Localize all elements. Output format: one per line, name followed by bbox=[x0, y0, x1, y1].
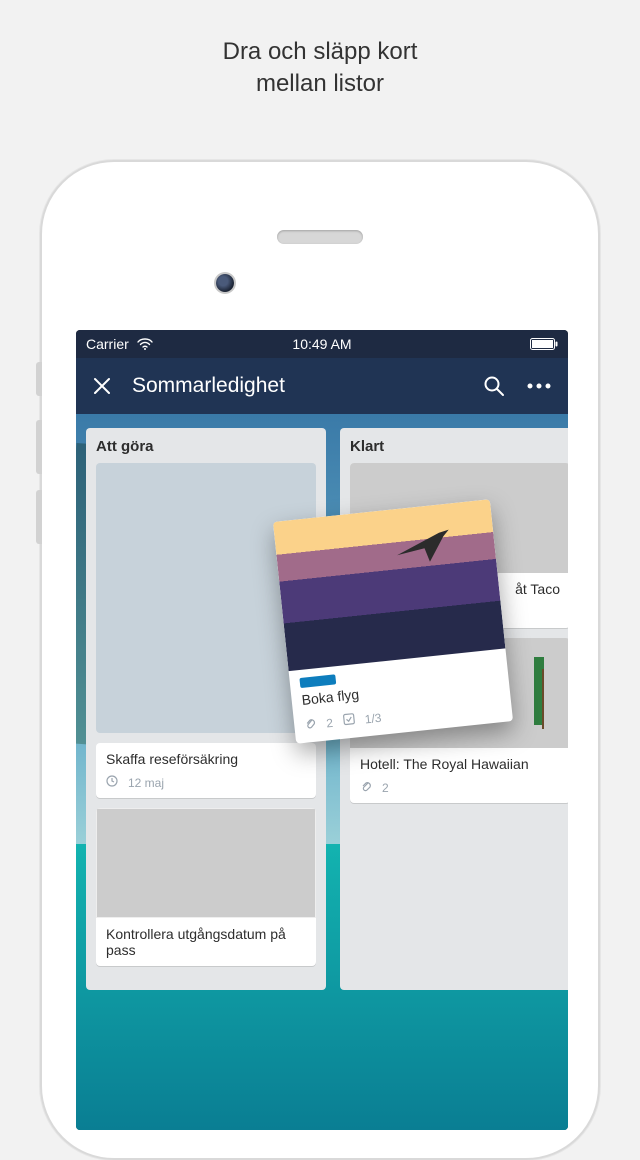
phone-volume-up bbox=[36, 420, 42, 474]
status-time: 10:49 AM bbox=[76, 336, 568, 352]
card-title: Kontrollera utgångsdatum på pass bbox=[96, 918, 316, 966]
phone-speaker bbox=[277, 230, 363, 244]
board-title: Sommarledighet bbox=[132, 374, 464, 398]
phone-volume-down bbox=[36, 490, 42, 544]
airplane-icon bbox=[392, 521, 456, 570]
card-pass[interactable]: Kontrollera utgångsdatum på pass bbox=[96, 808, 316, 966]
attachment-icon bbox=[304, 717, 318, 733]
phone-camera bbox=[216, 274, 234, 292]
phone-mute-switch bbox=[36, 362, 42, 396]
attachment-icon bbox=[360, 780, 372, 795]
card-reseforsakring[interactable]: Skaffa reseförsäkring 12 maj bbox=[96, 743, 316, 798]
card-label-chip bbox=[299, 674, 336, 688]
dragged-card[interactable]: Boka flyg 2 1/3 bbox=[273, 499, 513, 744]
card-title: Hotell: The Royal Hawaiian bbox=[350, 748, 568, 780]
hero-text: Dra och släpp kort mellan listor bbox=[0, 0, 640, 101]
hero-line-1: Dra och släpp kort bbox=[0, 36, 640, 68]
list-att-gora[interactable]: Att göra Skaffa reseförsäkring 12 maj bbox=[86, 428, 326, 990]
card-title: Skaffa reseförsäkring bbox=[96, 743, 316, 775]
hero-line-2: mellan listor bbox=[0, 68, 640, 100]
clock-icon bbox=[106, 775, 118, 790]
card-cover-image bbox=[273, 499, 505, 671]
phone-screen: Carrier 10:49 AM Sommarledighet bbox=[76, 330, 568, 1130]
close-icon[interactable] bbox=[90, 374, 114, 398]
more-icon[interactable] bbox=[524, 374, 554, 398]
status-bar: Carrier 10:49 AM bbox=[76, 330, 568, 358]
card-cover-image bbox=[96, 808, 316, 918]
checklist-count: 1/3 bbox=[364, 710, 382, 726]
phone-frame: Carrier 10:49 AM Sommarledighet bbox=[40, 160, 600, 1160]
attachment-count: 2 bbox=[326, 715, 334, 730]
board-body[interactable]: Att göra Skaffa reseförsäkring 12 maj bbox=[76, 414, 568, 1130]
list-title: Att göra bbox=[96, 438, 316, 455]
card-due-date: 12 maj bbox=[128, 776, 164, 790]
list-title: Klart bbox=[350, 438, 568, 455]
attachment-count: 2 bbox=[382, 781, 389, 795]
checklist-icon bbox=[342, 713, 356, 729]
board-navbar: Sommarledighet bbox=[76, 358, 568, 414]
search-icon[interactable] bbox=[482, 374, 506, 398]
